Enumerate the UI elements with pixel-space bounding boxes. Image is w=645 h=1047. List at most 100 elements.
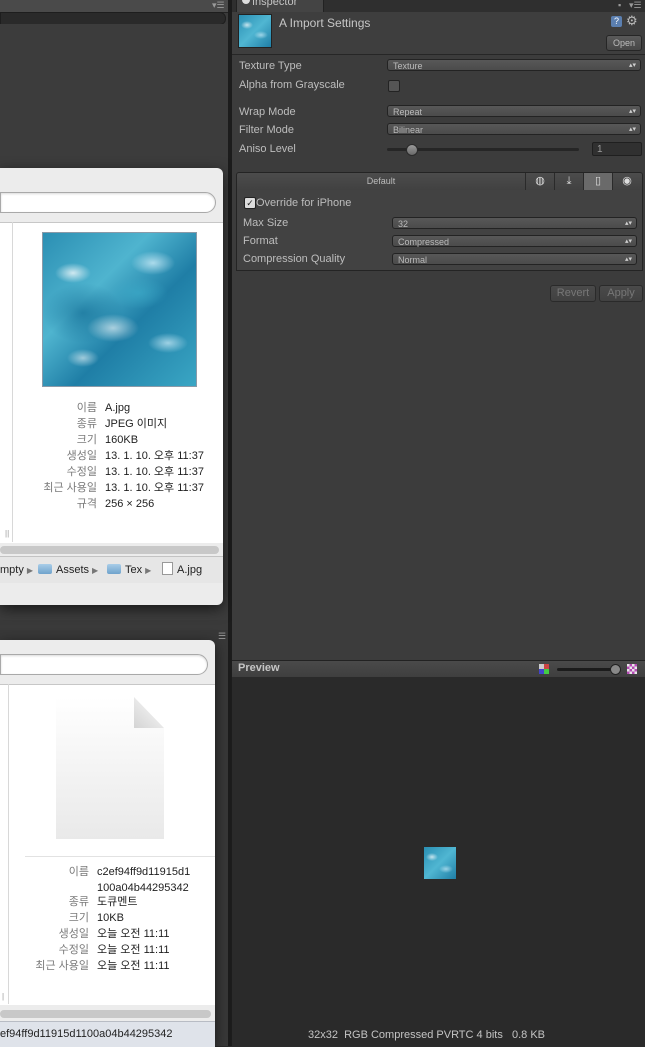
info-label-size: 크기 <box>76 434 97 446</box>
info-label-created: 생성일 <box>66 450 97 462</box>
inspector-title: A Import Settings <box>279 16 371 30</box>
column-resize-handle-2[interactable]: | <box>2 992 4 1001</box>
panel-menu-icon[interactable]: ▾☰ <box>212 1 225 10</box>
path-item-project-label: mpty <box>0 564 24 576</box>
path-item-project[interactable]: mpty ▶ <box>0 557 36 584</box>
info-value-created: 13. 1. 10. 오후 11:37 <box>105 450 204 462</box>
gear-icon[interactable]: ⚙ <box>626 13 638 29</box>
apply-button[interactable]: Apply <box>599 285 643 302</box>
texture-type-dropdown[interactable]: Texture ▴▾ <box>387 59 641 71</box>
horizontal-scrollbar-2[interactable] <box>0 1010 211 1018</box>
flash-icon[interactable]: ◉ <box>612 173 641 190</box>
path-bar-2: ef94ff9d11915d1100a04b44295342 <box>0 1021 215 1047</box>
compression-quality-label: Compression Quality <box>243 253 346 265</box>
aniso-level-label: Aniso Level <box>239 143 296 155</box>
dropdown-arrow-icon: ▴▾ <box>624 238 632 245</box>
max-size-label: Max Size <box>243 217 289 229</box>
finder-window-document: 이름 c2ef94ff9d11915d1 100a04b44295342 종류 … <box>0 640 215 1047</box>
info-label-dimensions: 규격 <box>76 498 97 510</box>
alpha-channel-icon[interactable] <box>627 664 637 674</box>
max-size-value: 32 <box>398 219 409 229</box>
info-label-kind: 종류 <box>68 896 89 908</box>
lock-icon[interactable]: ▪ <box>618 1 621 10</box>
info-separator <box>25 856 215 857</box>
max-size-dropdown[interactable]: 32 ▴▾ <box>392 217 637 229</box>
filter-mode-dropdown[interactable]: Bilinear ▴▾ <box>387 123 641 135</box>
info-value-modified: 13. 1. 10. 오후 11:37 <box>105 466 204 478</box>
open-button[interactable]: Open <box>606 35 642 51</box>
document-corner-fold <box>134 697 164 728</box>
path-item-assets-label: Assets <box>56 564 90 576</box>
format-value: Compressed <box>398 237 450 247</box>
folder-icon <box>38 564 52 574</box>
water-texture-thumbnail <box>42 232 197 387</box>
texture-preview-image <box>424 847 456 879</box>
mip-level-slider-knob[interactable] <box>610 664 621 675</box>
texture-info-text: 32x32 RGB Compressed PVRTC 4 bits 0.8 KB <box>308 1029 546 1041</box>
compression-quality-dropdown[interactable]: Normal ▴▾ <box>392 253 637 265</box>
horizontal-scrollbar[interactable] <box>0 546 219 554</box>
inspector-tab-bar: Inspector ▪ ▾☰ <box>232 0 645 13</box>
path-item-assets[interactable]: Assets ▶ <box>38 557 101 584</box>
info-value-kind: JPEG 이미지 <box>105 418 168 430</box>
filter-mode-label: Filter Mode <box>239 124 295 136</box>
revert-button[interactable]: Revert <box>550 285 596 302</box>
override-iphone-label: Override for iPhone <box>256 197 352 209</box>
globe-icon[interactable]: ◍ <box>525 173 554 190</box>
texture-type-label: Texture Type <box>239 60 302 72</box>
compression-quality-value: Normal <box>398 255 428 265</box>
format-dropdown[interactable]: Compressed ▴▾ <box>392 235 637 247</box>
info-value-kind: 도큐멘트 <box>97 896 138 908</box>
aniso-level-slider-knob[interactable] <box>406 144 418 156</box>
info-value-last-opened: 오늘 오전 11:11 <box>97 960 170 972</box>
path-item-tex[interactable]: Tex ▶ <box>107 557 154 584</box>
preview-header: Preview <box>232 660 645 678</box>
platform-settings-body: ✓ Override for iPhone Max Size 32 ▴▾ For… <box>236 190 643 271</box>
info-label-size: 크기 <box>68 912 89 924</box>
finder-search-field[interactable] <box>0 192 216 213</box>
dropdown-arrow-icon: ▴▾ <box>624 256 632 263</box>
info-value-name: c2ef94ff9d11915d1 100a04b44295342 <box>97 866 191 894</box>
panel-menu-icon-2[interactable]: ☰ <box>218 632 226 641</box>
aniso-level-field[interactable]: 1 <box>592 142 642 156</box>
wrap-mode-value: Repeat <box>393 107 423 117</box>
info-value-size: 10KB <box>97 912 124 924</box>
path-separator-icon: ▶ <box>26 566 33 575</box>
finder-search-field-2[interactable] <box>0 654 208 675</box>
path-item-tex-label: Tex <box>125 564 143 576</box>
alpha-from-grayscale-checkbox[interactable] <box>388 80 400 92</box>
path-item-selected-file[interactable]: ef94ff9d11915d1100a04b44295342 <box>0 1022 173 1047</box>
tab-inspector-label: Inspector <box>252 0 298 8</box>
override-iphone-checkbox[interactable]: ✓ <box>244 197 256 209</box>
format-label: Format <box>243 235 278 247</box>
wrap-mode-dropdown[interactable]: Repeat ▴▾ <box>387 105 641 117</box>
generic-document-icon <box>56 697 164 839</box>
info-value-dimensions: 256 × 256 <box>105 498 155 510</box>
asset-thumbnail <box>238 14 272 48</box>
tab-default-platform[interactable]: Default <box>237 173 525 190</box>
info-value-name: A.jpg <box>105 402 131 414</box>
dropdown-arrow-icon: ▴▾ <box>624 220 632 227</box>
column-resize-handle[interactable]: || <box>5 529 9 538</box>
preview-area: 32x32 RGB Compressed PVRTC 4 bits 0.8 KB <box>232 677 645 1046</box>
dropdown-arrow-icon: ▴▾ <box>628 126 636 133</box>
inspector-header: A Import Settings ? ⚙ Open <box>232 12 645 55</box>
platform-tab-bar: Default ◍ ⤓ ▯ ◉ <box>236 172 643 191</box>
panel-menu-icon-inspector[interactable]: ▾☰ <box>629 1 642 10</box>
info-label-modified: 수정일 <box>66 466 97 478</box>
rgb-channel-icon[interactable] <box>539 664 549 674</box>
texture-type-value: Texture <box>393 61 423 71</box>
path-separator-icon: ▶ <box>92 566 99 575</box>
info-label-last-opened: 최근 사용일 <box>43 482 97 494</box>
iphone-icon[interactable]: ▯ <box>583 173 612 190</box>
download-icon[interactable]: ⤓ <box>554 173 583 190</box>
info-label-name: 이름 <box>76 402 97 414</box>
path-item-file[interactable]: A.jpg <box>162 557 202 583</box>
filter-mode-value: Bilinear <box>393 125 424 135</box>
preview-title: Preview <box>238 662 280 674</box>
dropdown-arrow-icon: ▴▾ <box>628 108 636 115</box>
info-label-last-opened: 최근 사용일 <box>35 960 89 972</box>
info-value-modified: 오늘 오전 11:11 <box>97 944 170 956</box>
info-label-modified: 수정일 <box>58 944 89 956</box>
help-icon[interactable]: ? <box>611 16 622 27</box>
